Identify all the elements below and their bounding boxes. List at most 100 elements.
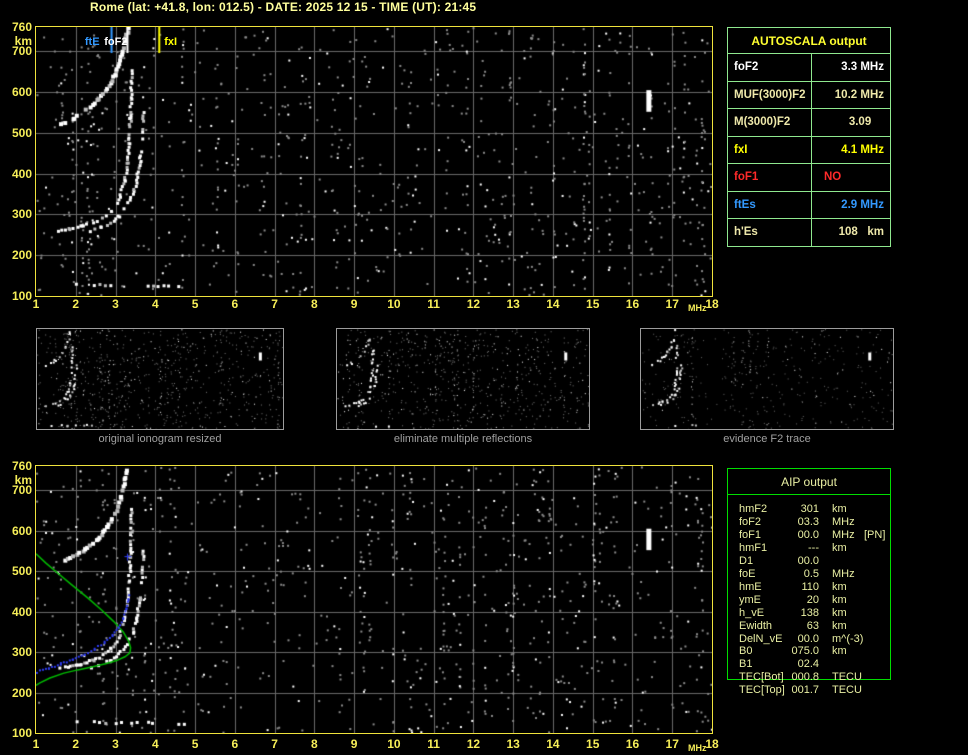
parameter-value: 2.9 MHz [841,198,884,211]
x-axis-tick-label: 3 [112,737,119,751]
x-axis-tick-label: 15 [586,297,600,311]
x-axis-tick-label: 2 [72,737,80,751]
aip-table-row: hmF1 --- km [727,542,902,555]
parameter-value: 4.1 MHz [841,143,884,156]
autoscala-table-row: foF2 3.3 MHz [728,54,890,82]
marker-label-ftE: ftE [84,36,100,48]
autoscala-window: Rome (lat: +41.8, lon: 012.5) - DATE: 20… [0,0,968,755]
aip-table-row: hmF2 301 km [727,503,902,516]
aip-table-title: AIP output [728,469,890,495]
parameter-value: 108 km [838,226,884,239]
y-axis-tick-label: 700 [11,44,32,59]
parameter-label: hmE [739,580,762,593]
parameter-value: 63 [806,619,819,632]
autoscala-table-row: ftEs 2.9 MHz [728,191,890,219]
parameter-value: 3.3 MHz [841,61,884,74]
x-axis-tick-label: 11 [427,737,440,751]
thumbnail-caption-original: original ionogram resized [98,433,222,445]
x-axis-tick-label: 9 [350,737,358,751]
autoscala-table-row: M(3000)F2 3.09 [728,109,890,137]
parameter-unit: km [832,606,847,619]
parameter-label: ftEs [728,191,812,218]
x-axis-tick-label: 11 [427,297,440,311]
parameter-label: foF1 [739,528,762,541]
parameter-label: Ewidth [739,619,773,632]
autoscala-table-row: foF1 NO [728,164,890,192]
aip-table-row: TEC[Top] 001.7 TECU [727,684,902,697]
autoscala-table-rows: foF2 3.3 MHz MUF(3000)F2 10.2 MHz M(3000)F2 3… [728,54,890,246]
y-axis-tick-label: 600 [11,523,32,538]
y-axis-tick-label: 700 [11,483,32,498]
parameter-label: foE [739,567,756,580]
y-axis-tick-label: 100 [11,289,32,303]
x-axis-tick-label: 1 [32,297,40,311]
bottom-ionogram-canvas [36,466,712,733]
parameter-unit: MHz [832,515,855,528]
parameter-value: 03.3 [797,515,819,528]
x-axis-tick-label: 8 [311,737,318,751]
y-axis-tick-label: 200 [11,248,32,263]
parameter-label: M(3000)F2 [728,109,812,136]
y-axis-tick-label: 300 [11,645,32,660]
bottom-x-axis-unit-label: MHz [688,743,707,753]
x-axis-tick-label: 1 [32,737,40,751]
x-axis-tick-label: 5 [191,737,199,751]
x-axis-tick-label: 3 [112,297,119,311]
parameter-unit: km [832,580,847,593]
parameter-unit: km [832,593,847,606]
aip-table-row: h_vE 138 km [727,607,902,620]
parameter-label: h_vE [739,606,765,619]
parameter-label: hmF2 [739,503,768,515]
y-axis-tick-label: 760 [11,459,32,473]
parameter-value: 3.09 [848,116,884,129]
x-axis-tick-label: 10 [387,737,401,751]
y-axis-tick-label: 400 [11,604,32,619]
x-axis-tick-label: 13 [506,297,520,311]
x-axis-tick-label: 17 [665,737,679,751]
parameter-value: 00.0 [797,554,819,567]
parameter-note: [PN] [864,528,886,541]
parameter-unit: MHz [832,528,855,541]
parameter-value: 138 [800,606,819,619]
parameter-label: fxI [728,136,812,163]
parameter-unit: MHz [832,567,855,580]
x-axis-tick-label: 8 [311,297,318,311]
parameter-unit: km [832,645,847,658]
x-axis-tick-label: 6 [231,737,239,751]
autoscala-table-row: fxI 4.1 MHz [728,136,890,164]
y-axis-tick-label: 300 [11,207,32,222]
parameter-value: 02.4 [797,658,819,671]
bottom-ionogram-plot [35,465,713,734]
y-axis-tick-label: 600 [11,85,32,100]
parameter-unit: km [832,503,847,515]
x-axis-tick-label: 13 [506,737,520,751]
x-axis-tick-label: 4 [151,737,159,751]
y-axis-tick-label: 760 [11,20,32,34]
x-axis-tick-label: 2 [72,297,80,311]
parameter-value: 001.7 [791,684,819,697]
x-axis-tick-label: 15 [586,737,600,751]
autoscala-table-row: MUF(3000)F2 10.2 MHz [728,81,890,109]
parameter-unit: TECU [832,684,862,697]
parameter-value: 0.5 [803,567,819,580]
y-axis-tick-label: 500 [11,125,32,140]
x-axis-tick-label: 7 [271,737,278,751]
parameter-label: B1 [739,658,753,671]
parameter-value: NO [824,171,842,184]
autoscala-table-row: h'Es 108 km [728,219,890,246]
x-axis-tick-label: 18 [705,297,719,311]
aip-table-row: B0 075.0 km [727,645,902,658]
top-x-axis-unit-label: MHz [688,303,707,313]
parameter-value: 110 [801,580,819,593]
top-ionogram-plot [35,26,713,297]
parameter-value: 10.2 MHz [834,88,884,101]
marker-label-fxI: fxI [164,36,178,48]
thumbnail-original-canvas [37,329,283,429]
autoscala-table-title: AUTOSCALA output [728,28,890,54]
x-axis-tick-label: 4 [151,297,159,311]
parameter-label: h'Es [728,219,812,246]
x-axis-tick-label: 16 [625,297,640,311]
aip-table-row: TEC[Bot] 000.8 TECU [727,671,902,684]
aip-table-row: foF2 03.3 MHz [727,516,902,529]
page-title: Rome (lat: +41.8, lon: 012.5) - DATE: 20… [90,0,477,14]
